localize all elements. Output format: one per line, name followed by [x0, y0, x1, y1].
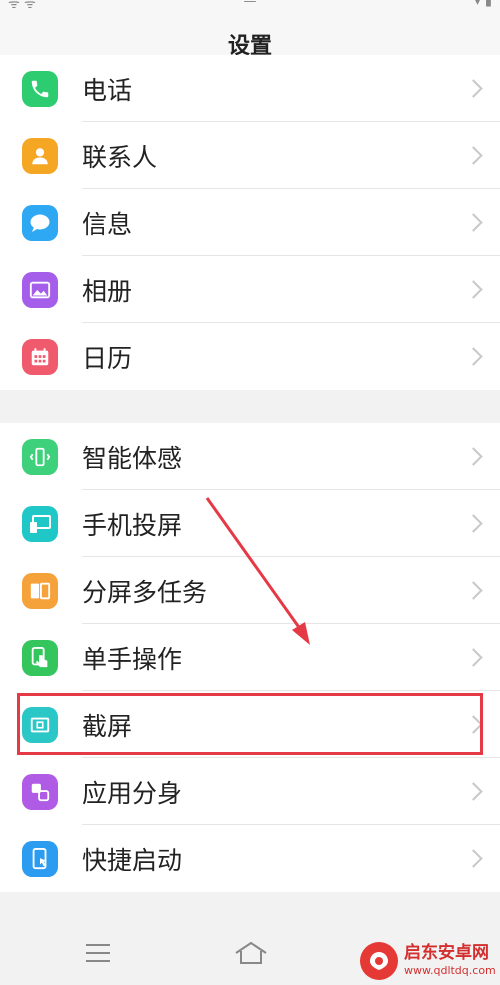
menu-icon[interactable]: [86, 944, 110, 962]
annotation-arrow: [205, 497, 310, 645]
annotation-highlight-box: [17, 693, 483, 755]
home-icon[interactable]: [233, 940, 269, 970]
watermark-name: 启东安卓网: [404, 943, 489, 963]
watermark-logo-icon: [360, 941, 398, 980]
watermark: 启东安卓网 www.qdltdq.com: [360, 938, 500, 983]
watermark-url: www.qdltdq.com: [404, 964, 496, 977]
